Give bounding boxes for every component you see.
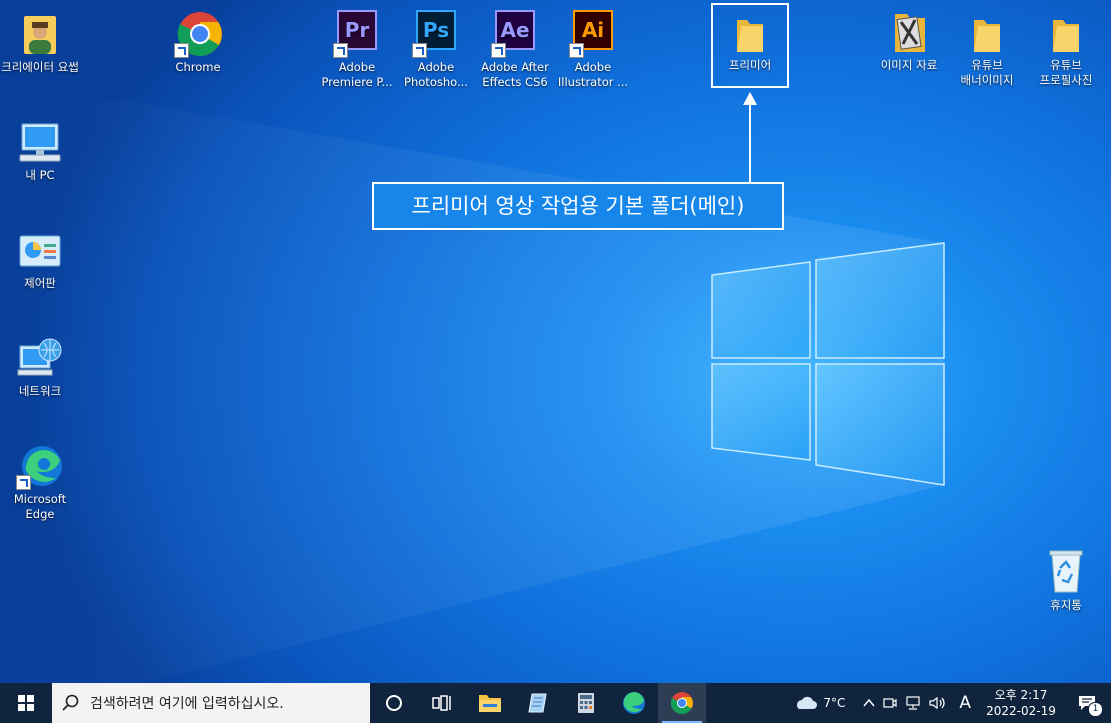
desktop-icon-label: Microsoft Edge [13, 492, 67, 521]
ethernet-icon [906, 696, 920, 710]
shortcut-arrow-icon [569, 43, 584, 58]
desktop-icon-label: Adobe Illustrator ... [557, 60, 629, 89]
desktop-icon-label: 네트워크 [18, 384, 62, 398]
desktop-icon-after-effects[interactable]: Ae Adobe After Effects CS6 [475, 6, 555, 90]
edge-icon [623, 692, 645, 714]
desktop-icon-network[interactable]: 네트워크 [0, 334, 80, 399]
shortcut-arrow-icon [412, 43, 427, 58]
speaker-icon [929, 696, 945, 710]
cloud-icon [797, 696, 818, 709]
taskbar: 검색하려면 여기에 입력하십시오. 7°C A 오후 2:17 2022-02-… [0, 683, 1111, 723]
windows-logo-icon [18, 695, 34, 711]
camera-icon [883, 698, 897, 708]
folder-icon [974, 20, 1000, 52]
input-method-indicator[interactable]: A [951, 683, 979, 723]
desktop-icon-label: 유튜브 프로필사진 [1039, 58, 1093, 87]
file-explorer-icon [479, 695, 501, 712]
callout-label: 프리미어 영상 작업용 기본 폴더(메인) [372, 182, 784, 230]
notification-count-badge: 1 [1088, 702, 1103, 717]
desktop-icon-control-panel[interactable]: 제어판 [0, 226, 80, 291]
start-button[interactable] [0, 683, 52, 723]
desktop-icon-label: Chrome [175, 60, 221, 74]
network-icon [17, 338, 62, 376]
taskbar-edge[interactable] [610, 683, 658, 723]
shortcut-arrow-icon [16, 475, 31, 490]
search-icon [62, 694, 79, 711]
user-folder-icon [24, 16, 56, 54]
shortcut-arrow-icon [174, 43, 189, 58]
recycle-bin-icon [1049, 550, 1083, 593]
clock-date: 2022-02-19 [986, 704, 1056, 718]
weather-widget[interactable]: 7°C [789, 683, 859, 723]
action-center-button[interactable]: 1 [1063, 683, 1111, 723]
wallpaper-windows-logo [0, 100, 945, 683]
clock[interactable]: 오후 2:17 2022-02-19 [979, 683, 1063, 723]
show-hidden-icons-button[interactable] [859, 683, 879, 723]
desktop-icon-my-pc[interactable]: 내 PC [0, 118, 80, 183]
volume-tray-icon[interactable] [925, 683, 951, 723]
computer-icon [19, 123, 61, 162]
shortcut-arrow-icon [333, 43, 348, 58]
desktop-icon-label: 제어판 [24, 276, 56, 290]
cortana-button[interactable] [370, 683, 418, 723]
desktop-icon-label: 이미지 자료 [880, 58, 938, 72]
taskbar-file-explorer[interactable] [466, 683, 514, 723]
desktop-icon-label: Adobe After Effects CS6 [481, 60, 549, 89]
desktop-icon-youtube-profile[interactable]: 유튜브 프로필사진 [1026, 8, 1106, 88]
meet-now-tray-icon[interactable] [879, 683, 901, 723]
taskbar-chrome[interactable] [658, 683, 706, 723]
desktop-icon-label: 휴지통 [1050, 598, 1082, 612]
image-folder-icon [895, 14, 925, 52]
desktop-icon-recycle-bin[interactable]: 휴지통 [1026, 548, 1106, 613]
task-view-icon [432, 695, 451, 711]
desktop-icon-label: Adobe Photosho... [404, 60, 468, 89]
desktop-icon-label: 크리에이터 요썹 [1, 60, 79, 74]
notepad-icon [528, 693, 547, 713]
shortcut-arrow-icon [491, 43, 506, 58]
desktop-icon-youtube-banner[interactable]: 유튜브 배너이미지 [947, 8, 1027, 88]
clock-time: 오후 2:17 [994, 688, 1048, 702]
cortana-circle-icon [386, 695, 402, 711]
calculator-icon [578, 693, 594, 713]
desktop-icon-image-resources[interactable]: 이미지 자료 [869, 8, 949, 73]
folder-icon [1053, 20, 1079, 52]
chrome-icon [670, 692, 693, 714]
desktop-icon-label: Adobe Premiere P... [321, 60, 393, 89]
chevron-up-icon [863, 698, 875, 707]
desktop-icon-chrome[interactable]: Chrome [158, 10, 238, 75]
taskbar-notepad[interactable] [514, 683, 562, 723]
desktop-icon-photoshop[interactable]: Ps Adobe Photosho... [396, 6, 476, 90]
desktop-icon-edge[interactable]: Microsoft Edge [0, 442, 80, 522]
desktop-icon-label: 내 PC [25, 168, 55, 182]
control-panel-icon [19, 235, 61, 267]
folder-highlight-box [711, 3, 789, 88]
desktop-icon-creator[interactable]: 크리에이터 요썹 [0, 10, 80, 75]
system-tray: 7°C A 오후 2:17 2022-02-19 1 [789, 683, 1111, 723]
desktop-icon-premiere[interactable]: Pr Adobe Premiere P... [317, 6, 397, 90]
network-tray-icon[interactable] [901, 683, 925, 723]
callout-arrow-line [749, 104, 751, 182]
ime-label: A [959, 693, 971, 713]
weather-temperature: 7°C [823, 696, 846, 710]
taskbar-search-box[interactable]: 검색하려면 여기에 입력하십시오. [52, 683, 370, 723]
desktop-icon-illustrator[interactable]: Ai Adobe Illustrator ... [553, 6, 633, 90]
task-view-button[interactable] [418, 683, 466, 723]
taskbar-calculator[interactable] [562, 683, 610, 723]
search-placeholder: 검색하려면 여기에 입력하십시오. [90, 696, 284, 712]
desktop-icon-label: 유튜브 배너이미지 [960, 58, 1014, 87]
